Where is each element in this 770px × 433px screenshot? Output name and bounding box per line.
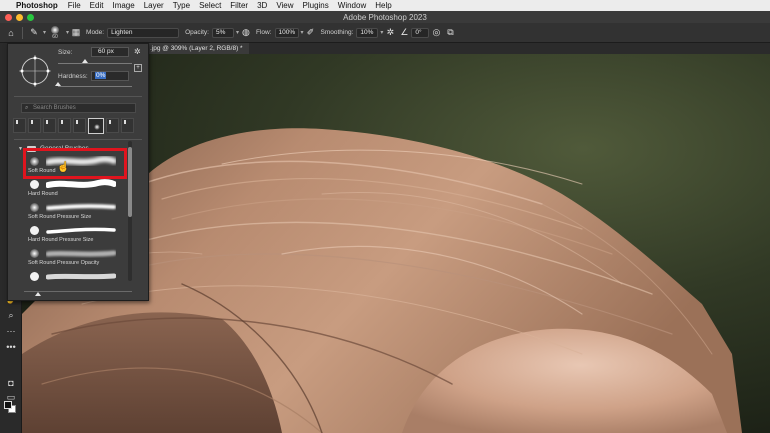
soft-tip-icon (30, 203, 39, 212)
menu-view[interactable]: View (276, 1, 293, 10)
pressure-size-icon[interactable]: ◎ (429, 26, 443, 40)
flow-value: 100% (278, 28, 296, 36)
search-placeholder: Search Brushes (33, 105, 76, 111)
brush-size-readout: 60 (52, 33, 58, 40)
menu-file[interactable]: File (68, 1, 81, 10)
document-tab[interactable]: .jpg @ 309% (Layer 2, RGB/8) * (148, 43, 249, 54)
symmetry-icon[interactable]: ⧉ (443, 26, 457, 40)
recent-brush-3[interactable] (43, 118, 56, 133)
menu-layer[interactable]: Layer (144, 1, 164, 10)
hardness-slider-track[interactable] (58, 86, 132, 87)
opacity-label: Opacity: (185, 29, 209, 36)
menu-3d[interactable]: 3D (257, 1, 267, 10)
highlight-box (23, 148, 127, 179)
brush-tool-icon[interactable]: ✎ (27, 26, 41, 40)
home-icon[interactable]: ⌂ (4, 26, 18, 40)
opacity-value: 5% (215, 28, 226, 36)
hardness-slider-thumb[interactable] (55, 82, 61, 86)
menu-plugins[interactable]: Plugins (303, 1, 329, 10)
options-bar: ⌂ ✎ ▾ 60 ▾ ▦ Mode: Lighten Opacity: 5% ▾… (0, 23, 770, 43)
search-icon: ⌕ (25, 105, 29, 111)
recent-brush-8[interactable] (121, 118, 134, 133)
size-label: Size: (58, 49, 73, 56)
hard-tip-icon (30, 180, 39, 189)
edit-toolbar-icon[interactable]: ••• (4, 341, 18, 353)
brush-item-soft-round-pressure-opacity[interactable]: Soft Round Pressure Opacity (24, 246, 124, 269)
brush-settings-icon[interactable]: ▦ (69, 26, 83, 40)
brush-tip-preview-icon (51, 25, 60, 34)
angle-field[interactable]: 0° (411, 27, 430, 38)
brush-stroke-preview (46, 179, 116, 188)
brush-name: Soft Round Pressure Size (28, 214, 92, 220)
brush-item-soft-round-pressure-size[interactable]: Soft Round Pressure Size (24, 200, 124, 223)
brush-item-hard-round-pressure-size[interactable]: Hard Round Pressure Size (24, 223, 124, 246)
size-slider-thumb[interactable] (81, 59, 88, 63)
mode-select[interactable]: Lighten (107, 27, 180, 38)
recent-brush-1[interactable] (13, 118, 26, 133)
flow-field[interactable]: 100% (274, 27, 299, 38)
brush-angle-widget[interactable] (16, 52, 54, 90)
soft-tip-icon (30, 249, 39, 258)
hard-tip-icon (30, 272, 39, 281)
menu-edit[interactable]: Edit (90, 1, 104, 10)
menu-help[interactable]: Help (375, 1, 391, 10)
recent-brush-4[interactable] (58, 118, 71, 133)
screen-mode-icon[interactable]: ▭ (4, 391, 18, 403)
smoothing-field[interactable]: 10% (356, 27, 379, 38)
brush-name: Hard Round (28, 191, 58, 197)
hard-tip-icon (30, 226, 39, 235)
brush-stroke-preview (46, 250, 116, 257)
brush-preset-panel: Size: 60 px ✲ Hardness: 0% + ⌕ Search Br… (7, 43, 149, 301)
recent-brush-7[interactable] (106, 118, 119, 133)
opacity-field[interactable]: 5% (211, 27, 234, 38)
new-preset-icon[interactable]: + (134, 64, 142, 72)
more-tools-icon[interactable]: ⋯ (4, 325, 18, 337)
recent-brush-5[interactable] (73, 118, 86, 133)
recent-brush-2[interactable] (28, 118, 41, 133)
hardness-field[interactable]: 0% (91, 71, 129, 81)
smoothing-value: 10% (360, 28, 374, 36)
pressure-opacity-icon[interactable]: ◍ (239, 26, 253, 40)
gear-icon[interactable]: ✲ (383, 26, 397, 40)
quick-mask-icon[interactable]: ◘ (4, 377, 18, 389)
hardness-label: Hardness: (58, 73, 88, 80)
window-title: Adobe Photoshop 2023 (343, 12, 427, 22)
recent-brushes (13, 118, 143, 138)
angle-icon[interactable]: ∠ (397, 26, 411, 40)
size-field[interactable]: 60 px (91, 47, 129, 57)
menu-select[interactable]: Select (199, 1, 221, 10)
brush-item-next[interactable] (24, 269, 124, 292)
hardness-value: 0% (95, 72, 107, 79)
brush-stroke-preview (46, 204, 116, 210)
menu-image[interactable]: Image (112, 1, 134, 10)
menu-window[interactable]: Window (338, 1, 366, 10)
scrollbar-thumb[interactable] (128, 147, 132, 217)
brush-list-scrollbar[interactable] (128, 141, 132, 281)
smoothing-label: Smoothing: (320, 29, 354, 36)
window-titlebar: Adobe Photoshop 2023 (0, 11, 770, 23)
size-slider-track[interactable] (58, 63, 132, 64)
brush-preset-picker[interactable]: 60 (46, 24, 64, 42)
document-tab-bar: .jpg @ 309% (Layer 2, RGB/8) * (148, 43, 770, 54)
menu-app-name[interactable]: Photoshop (16, 1, 58, 10)
brush-name: Hard Round Pressure Size (28, 237, 94, 243)
mode-value: Lighten (111, 28, 133, 36)
zoom-icon[interactable]: ⌕ (4, 309, 18, 321)
preview-size-thumb[interactable] (35, 292, 41, 296)
flow-label: Flow: (255, 29, 272, 36)
brush-item-hard-round[interactable]: Hard Round (24, 177, 124, 200)
panel-gear-icon[interactable]: ✲ (134, 47, 141, 56)
hand-cursor-icon: ☝ (57, 162, 70, 173)
recent-brush-selected[interactable] (88, 118, 104, 134)
brush-stroke-preview (46, 273, 116, 280)
brush-stroke-preview (46, 227, 116, 234)
mac-menubar: Photoshop File Edit Image Layer Type Sel… (0, 0, 770, 11)
airbrush-icon[interactable]: ✐ (304, 26, 318, 40)
menu-type[interactable]: Type (173, 1, 190, 10)
search-brushes-input[interactable]: ⌕ Search Brushes (21, 103, 136, 113)
brush-name: Soft Round Pressure Opacity (28, 260, 100, 266)
menu-filter[interactable]: Filter (230, 1, 248, 10)
mode-label: Mode: (86, 29, 105, 36)
angle-value: 0° (415, 28, 422, 36)
